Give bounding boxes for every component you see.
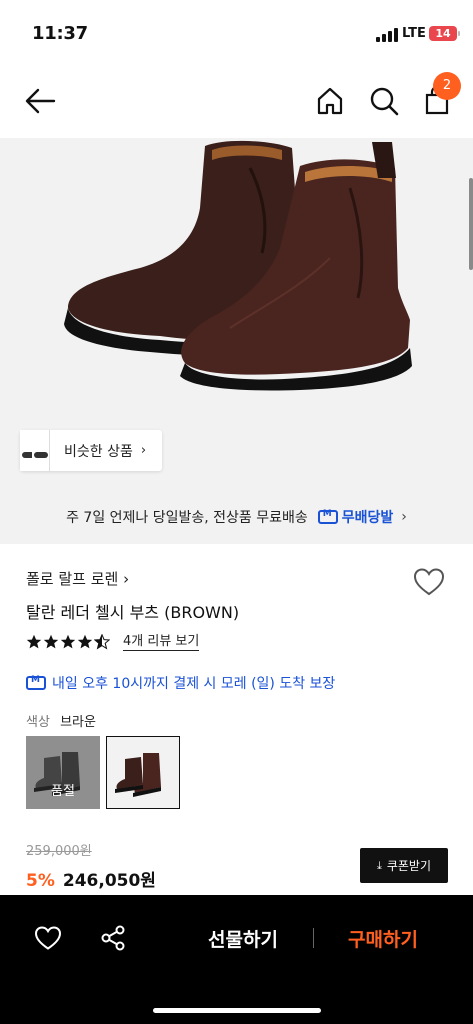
similar-products-label: 비슷한 상품: [64, 443, 133, 460]
delivery-icon: [26, 675, 46, 690]
image-scrollbar[interactable]: [469, 178, 473, 270]
home-icon[interactable]: [312, 83, 348, 119]
search-icon[interactable]: [366, 83, 402, 119]
cart-count-badge: 2: [433, 72, 461, 100]
top-nav: [0, 68, 473, 138]
heart-icon[interactable]: [413, 567, 445, 597]
delivery-guarantee: 내일 오후 10시까지 결제 시 모레 (일) 도착 보장: [26, 673, 335, 693]
battery-icon: 14: [429, 26, 460, 41]
delivery-banner[interactable]: 주 7일 언제나 당일발송, 전상품 무료배송 무배당발 ›: [0, 490, 473, 544]
network-label: LTE: [402, 26, 426, 41]
status-time: 11:37: [32, 23, 88, 44]
sale-price: 246,050원: [62, 871, 156, 891]
brand-name: 폴로 랄프 로렌: [26, 570, 119, 588]
gift-button[interactable]: 선물하기: [190, 925, 296, 952]
boot-thumbnail: [115, 753, 161, 797]
delivery-banner-text: 주 7일 언제나 당일발송, 전상품 무료배송: [66, 510, 308, 526]
star-icon: [60, 634, 76, 649]
status-bar: 11:37 LTE 14: [0, 0, 473, 68]
price-row: 5% 246,050원: [26, 866, 156, 891]
delivery-icon: [317, 509, 338, 524]
product-name: 탈란 레더 첼시 부츠 (BROWN): [26, 603, 240, 622]
brand-link[interactable]: 폴로 랄프 로렌 ›: [26, 568, 129, 589]
star-half-icon: [94, 634, 110, 650]
product-image[interactable]: 비슷한 상품 ›: [0, 138, 473, 490]
star-icon: [43, 634, 59, 649]
divider: [313, 928, 314, 948]
rating-row: 4개 리뷰 보기: [26, 632, 200, 652]
color-option-soldout[interactable]: 품절: [26, 736, 100, 809]
color-value: 브라운: [60, 715, 96, 730]
soldout-label: 품절: [51, 784, 75, 799]
heart-icon[interactable]: [34, 925, 62, 951]
star-rating: [26, 634, 111, 650]
download-icon: ⤓: [376, 858, 382, 872]
discount-rate: 5%: [26, 871, 55, 891]
star-icon: [77, 634, 93, 649]
chevron-right-icon: ›: [140, 443, 147, 458]
similar-products-button[interactable]: 비슷한 상품 ›: [20, 430, 162, 471]
color-label: 색상: [26, 715, 50, 730]
coupon-label: 쿠폰받기: [386, 859, 432, 873]
review-link[interactable]: 4개 리뷰 보기: [123, 633, 200, 651]
similar-product-thumbnails: [20, 430, 58, 471]
back-arrow-icon[interactable]: [22, 83, 58, 119]
bottom-action-bar: 선물하기 구매하기: [0, 895, 473, 1024]
star-icon: [26, 634, 42, 649]
original-price: 259,000원: [26, 844, 92, 859]
color-option-brown[interactable]: [106, 736, 180, 809]
share-icon[interactable]: [99, 924, 127, 952]
color-row: 색상 브라운: [26, 711, 96, 730]
delivery-brand: 무배당발: [341, 510, 394, 526]
home-indicator[interactable]: [153, 1008, 321, 1013]
chevron-right-icon: ›: [401, 509, 407, 525]
coupon-button[interactable]: ⤓ 쿠폰받기: [360, 848, 448, 883]
signal-icon: [376, 28, 398, 42]
delivery-guarantee-text: 내일 오후 10시까지 결제 시 모레 (일) 도착 보장: [52, 676, 336, 692]
buy-button[interactable]: 구매하기: [330, 925, 436, 952]
chevron-right-icon: ›: [123, 570, 130, 588]
